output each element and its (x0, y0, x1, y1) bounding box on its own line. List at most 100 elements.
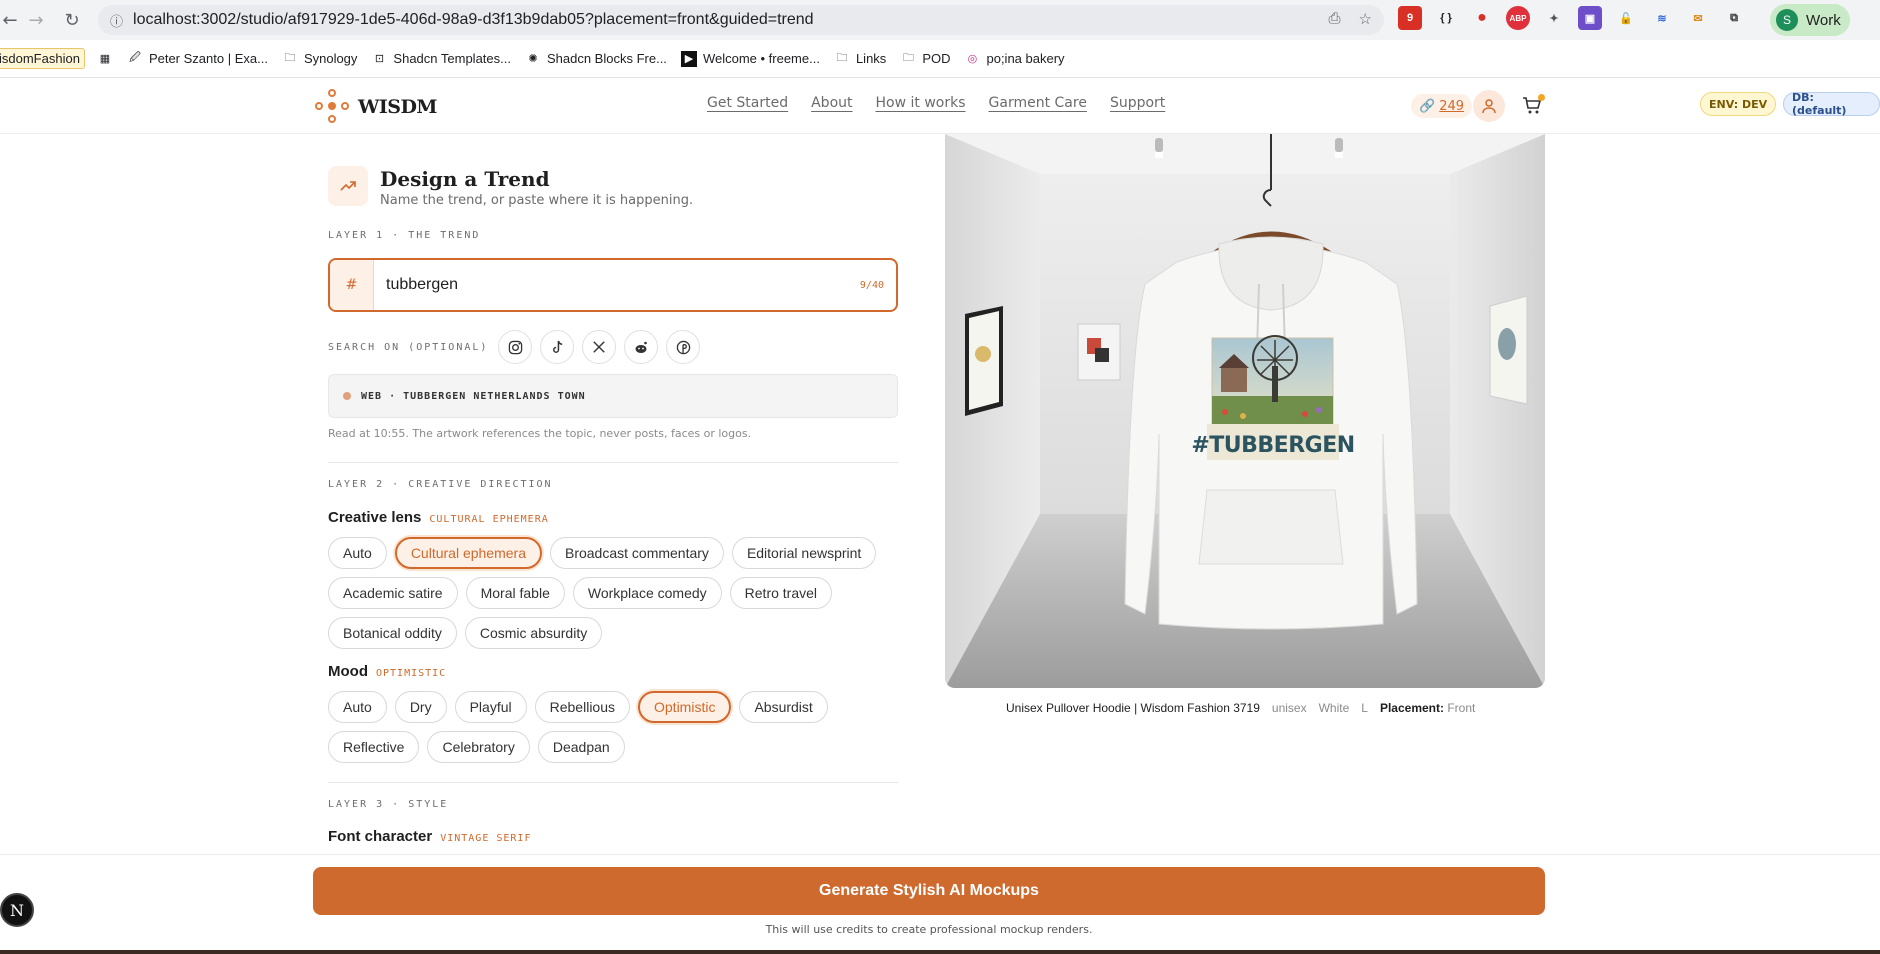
bookmark-label: Welcome • freeme... (702, 51, 820, 66)
bookmark-star-icon[interactable]: ☆ (1359, 10, 1372, 28)
trending-up-icon (328, 166, 368, 206)
profile-label: Work (1806, 11, 1841, 29)
creative-lens-chip[interactable]: Cultural ephemera (394, 537, 542, 569)
play-icon: ▶ (680, 50, 697, 67)
layer-3-label: LAYER 3 · STYLE (328, 799, 449, 810)
trend-input-value[interactable]: tubbergen (374, 276, 860, 294)
status-dot (343, 392, 351, 400)
bookmark-folder[interactable]: 🗀 POD (900, 51, 951, 67)
instagram-icon[interactable] (498, 330, 533, 364)
mockup-preview[interactable]: #TUBBERGEN (945, 134, 1545, 688)
font-character-label: Font character (328, 828, 433, 845)
brand-name: WISDM (358, 96, 437, 118)
placement-value: Front (1447, 701, 1476, 715)
product-name: Unisex Pullover Hoodie | Wisdom Fashion … (1006, 701, 1260, 715)
creative-lens-label: Creative lens (328, 509, 422, 526)
mood-chip[interactable]: Playful (454, 691, 527, 723)
creative-lens-chip[interactable]: Broadcast commentary (549, 537, 724, 569)
search-label: SEARCH ON (OPTIONAL) (328, 341, 489, 353)
bookmark-item[interactable]: ⊡ Shadcn Templates... (371, 51, 511, 67)
nextjs-dev-badge[interactable]: N (0, 893, 34, 927)
brand-logo[interactable]: WISDM (314, 88, 437, 126)
profile-button[interactable]: S Work (1770, 4, 1850, 36)
font-character-heading: Font character VINTAGE SERIF (328, 828, 531, 845)
apps-grid-icon[interactable]: ▦ (97, 51, 113, 67)
placement-label: Placement: (1379, 701, 1444, 715)
url-text: localhost:3002/studio/af917929-1de5-406d… (133, 11, 814, 28)
bookmark-folder[interactable]: 🗀 Links (834, 51, 886, 67)
bookmark-item[interactable]: ◎ po;ina bakery (964, 51, 1065, 67)
creative-lens-chip[interactable]: Editorial newsprint (731, 537, 877, 569)
extension-icon[interactable]: 9 (1398, 6, 1422, 30)
pinterest-icon[interactable] (666, 330, 701, 364)
bookmarks-bar: isdomFashion ▦ 🖉 Peter Szanto | Exa... 🗀 S… (0, 40, 1880, 78)
creative-lens-options: Auto Cultural ephemera Broadcast commentar… (328, 537, 898, 649)
mood-chip[interactable]: Celebratory (427, 731, 530, 763)
extension-icon[interactable]: ≋ (1650, 6, 1674, 30)
mail-extension-icon[interactable]: ✉ (1686, 6, 1710, 30)
creative-lens-chip[interactable]: Cosmic absurdity (464, 617, 603, 649)
bookmark-favicon-icon: ✺ (528, 53, 538, 65)
trend-input[interactable]: # tubbergen 9/40 (328, 258, 898, 312)
nav-support[interactable]: Support (1110, 95, 1165, 111)
bookmark-label: Shadcn Templates... (393, 51, 511, 66)
generate-mockups-button[interactable]: Generate Stylish AI Mockups (313, 867, 1545, 915)
x-twitter-icon[interactable] (582, 330, 617, 364)
divider (328, 782, 898, 783)
bookmark-folder[interactable]: 🗀 Synology (282, 51, 357, 67)
mood-chip[interactable]: Absurdist (739, 691, 828, 723)
mood-heading: Mood OPTIMISTIC (328, 663, 446, 680)
db-badge: DB: (default) (1783, 91, 1880, 117)
mood-chip[interactable]: Auto (328, 691, 387, 723)
link-icon: 🔗 (1419, 98, 1436, 114)
opera-extension-icon[interactable]: ● (1470, 6, 1494, 30)
nav-get-started[interactable]: Get Started (707, 95, 788, 111)
mood-chip[interactable]: Rebellious (534, 691, 630, 723)
user-account-button[interactable] (1473, 90, 1505, 122)
creative-lens-chip[interactable]: Academic satire (328, 577, 458, 609)
extension-icon[interactable]: ✦ (1542, 6, 1566, 30)
bookmark-item[interactable]: 🖉 Peter Szanto | Exa... (127, 51, 268, 67)
creative-lens-chip[interactable]: Moral fable (465, 577, 565, 609)
reload-icon[interactable]: ↻ (58, 6, 86, 34)
puzzle-icon[interactable]: ⧉ (1722, 6, 1746, 30)
mood-chip[interactable]: Deadpan (537, 731, 625, 763)
reddit-icon[interactable] (624, 330, 659, 364)
site-info-icon[interactable]: ⓘ (110, 11, 123, 30)
product-size: L (1361, 701, 1368, 715)
nav-about[interactable]: About (811, 95, 852, 111)
nav-garment-care[interactable]: Garment Care (989, 95, 1087, 111)
tiktok-icon[interactable] (540, 330, 575, 364)
bookmark-item[interactable]: ▶ Welcome • freeme... (680, 50, 820, 67)
mood-chip[interactable]: Optimistic (638, 691, 732, 723)
credits-badge[interactable]: 🔗 249 (1411, 94, 1473, 118)
address-bar[interactable]: ⓘ localhost:3002/studio/af917929-1de5-40… (98, 5, 1384, 35)
folder-icon: 🗀 (902, 52, 914, 64)
nav-how-it-works[interactable]: How it works (876, 95, 966, 111)
back-icon[interactable]: ← (0, 6, 24, 34)
creative-lens-chip[interactable]: Botanical oddity (328, 617, 457, 649)
layer-2-label: LAYER 2 · CREATIVE DIRECTION (328, 479, 553, 490)
devtools-extension-icon[interactable]: { } (1434, 6, 1458, 30)
logo-mark-icon (314, 88, 352, 126)
cart-button[interactable] (1518, 92, 1546, 120)
generate-note: This will use credits to create professi… (765, 923, 1093, 936)
install-app-icon[interactable]: ⎙ (1329, 10, 1341, 28)
creative-lens-chip[interactable]: Workplace comedy (572, 577, 722, 609)
web-source-chip[interactable]: WEB · TUBBERGEN NETHERLANDS TOWN (328, 374, 898, 418)
extension-icon[interactable]: ▣ (1578, 6, 1602, 30)
main-nav: Get Started About How it works Garment C… (707, 95, 1165, 111)
creative-lens-chip[interactable]: Retro travel (729, 577, 833, 609)
profile-avatar: S (1776, 9, 1798, 31)
mood-chip[interactable]: Reflective (328, 731, 420, 763)
mood-chip[interactable]: Dry (394, 691, 447, 723)
adblock-extension-icon[interactable]: ABP (1506, 6, 1530, 30)
creative-lens-chip[interactable]: Auto (328, 537, 387, 569)
bookmark-item[interactable]: ✺ Shadcn Blocks Fre... (525, 51, 667, 67)
mood-options: Auto Dry Playful Rebellious Optimistic Absurd… (328, 691, 898, 763)
product-caption: Unisex Pullover Hoodie | Wisdom Fashion … (1006, 701, 1475, 715)
layer-1-label: LAYER 1 · THE TREND (328, 230, 481, 241)
bookmark-item[interactable]: isdomFashion (0, 48, 85, 69)
lock-extension-icon[interactable]: 🔓 (1614, 6, 1638, 30)
forward-icon[interactable]: → (22, 6, 50, 34)
